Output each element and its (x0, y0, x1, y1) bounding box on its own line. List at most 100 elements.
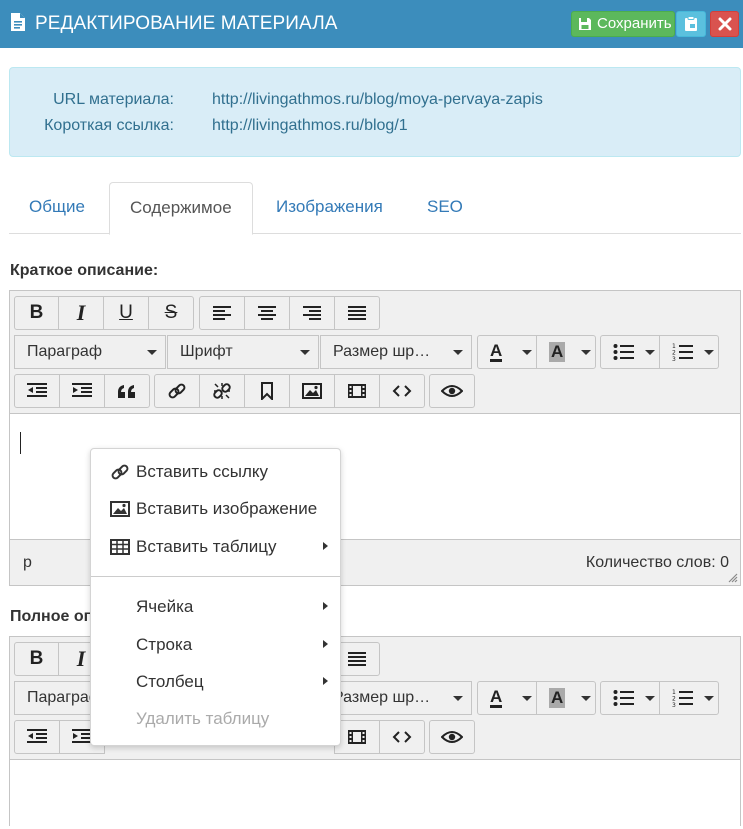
menu-item-label: Ячейка (136, 597, 194, 616)
chevron-down-icon (300, 350, 310, 355)
document-icon (11, 13, 25, 31)
font-size-select[interactable]: Размер шр… (320, 335, 472, 369)
preview-button[interactable] (429, 720, 475, 754)
bullet-list-button[interactable] (600, 335, 660, 369)
menu-item-row[interactable]: Строка (91, 627, 340, 663)
insert-link-button[interactable] (154, 374, 200, 408)
source-code-button[interactable] (379, 720, 425, 754)
table-icon (110, 539, 130, 555)
chevron-down-icon (581, 696, 591, 701)
chevron-down-icon (581, 350, 591, 355)
indent-button[interactable] (59, 374, 105, 408)
code-icon (392, 731, 412, 743)
paragraph-select[interactable]: Параграф (14, 335, 166, 369)
outdent-button[interactable] (14, 374, 60, 408)
strikethrough-button[interactable]: S (148, 296, 194, 330)
chevron-down-icon (522, 350, 532, 355)
anchor-button[interactable] (244, 374, 290, 408)
align-left-icon (213, 306, 231, 320)
unlink-button[interactable] (199, 374, 245, 408)
preview-button[interactable] (429, 374, 475, 408)
bullet-list-icon (613, 344, 634, 360)
text-color-icon: A (490, 687, 503, 708)
menu-item-label: Вставить таблицу (136, 537, 277, 556)
bullet-list-button[interactable] (600, 681, 660, 715)
background-color-icon: A (549, 688, 566, 708)
chevron-down-icon (645, 350, 655, 355)
save-button[interactable]: Сохранить (571, 11, 675, 37)
bullet-list-icon (613, 690, 634, 706)
align-left-button[interactable] (199, 296, 245, 330)
svg-text:3: 3 (672, 702, 676, 708)
background-color-button[interactable]: A (536, 681, 596, 715)
underline-button[interactable]: U (103, 296, 149, 330)
menu-item-insert-image[interactable]: Вставить изображение (91, 491, 340, 527)
menu-item-insert-link[interactable]: Вставить ссылку (91, 454, 340, 490)
url-link[interactable]: http://livingathmos.ru/blog/moya-pervaya… (212, 91, 543, 109)
menu-item-insert-table[interactable]: Вставить таблицу (91, 529, 340, 565)
bold-label: B (29, 648, 44, 669)
numbered-list-button[interactable]: 123 (659, 681, 719, 715)
chevron-down-icon (704, 350, 714, 355)
text-color-button[interactable]: A (477, 681, 537, 715)
tab-general[interactable]: Общие (9, 182, 105, 234)
chevron-down-icon (453, 696, 463, 701)
align-justify-icon (348, 306, 366, 320)
chevron-down-icon (147, 350, 157, 355)
chevron-right-icon (323, 677, 328, 685)
insert-media-button[interactable] (334, 374, 380, 408)
chevron-down-icon (453, 350, 463, 355)
save-button-label: Сохранить (597, 15, 672, 32)
align-justify-button[interactable] (334, 296, 380, 330)
film-icon (348, 384, 366, 398)
italic-button[interactable]: I (58, 296, 104, 330)
context-menu: Вставить ссылку Вставить изображение Вст… (90, 448, 341, 746)
chevron-down-icon (645, 696, 655, 701)
text-color-button[interactable]: A (477, 335, 537, 369)
chevron-right-icon (323, 602, 328, 610)
tab-content[interactable]: Содержимое (109, 182, 253, 235)
source-code-button[interactable] (379, 374, 425, 408)
short-link-label: Короткая ссылка: (44, 117, 174, 134)
align-right-button[interactable] (289, 296, 335, 330)
outdent-button[interactable] (14, 720, 60, 754)
outdent-icon (27, 383, 47, 397)
tab-images[interactable]: Изображения (256, 182, 403, 234)
align-center-button[interactable] (244, 296, 290, 330)
numbered-list-icon: 123 (672, 343, 693, 362)
menu-item-column[interactable]: Столбец (91, 664, 340, 700)
bold-button[interactable]: B (14, 642, 59, 676)
menu-item-label: Вставить изображение (136, 499, 318, 518)
bookmark-icon (261, 382, 273, 400)
full-description-text-area[interactable] (10, 759, 740, 829)
short-link[interactable]: http://livingathmos.ru/blog/1 (212, 117, 408, 135)
element-path[interactable]: p (23, 554, 32, 572)
copy-button[interactable] (676, 11, 706, 37)
italic-label: I (76, 300, 86, 325)
indent-icon (72, 383, 92, 397)
font-size-select[interactable]: Размер шр… (320, 681, 472, 715)
align-right-icon (303, 306, 321, 320)
numbered-list-button[interactable]: 123 (659, 335, 719, 369)
text-color-icon: A (490, 341, 503, 362)
code-icon (392, 385, 412, 397)
menu-item-label: Строка (136, 635, 193, 654)
text-cursor (20, 432, 21, 454)
svg-text:3: 3 (672, 356, 676, 362)
font-select[interactable]: Шрифт (167, 335, 319, 369)
blockquote-button[interactable] (104, 374, 150, 408)
background-color-button[interactable]: A (536, 335, 596, 369)
chevron-down-icon (522, 696, 532, 701)
tab-seo[interactable]: SEO (407, 182, 483, 234)
film-icon (348, 730, 366, 744)
insert-image-button[interactable] (289, 374, 335, 408)
bold-button[interactable]: B (14, 296, 59, 330)
resize-handle-icon[interactable] (728, 573, 738, 583)
menu-item-label: Вставить ссылку (136, 462, 269, 481)
unlink-icon (213, 383, 231, 399)
material-info-box: URL материала: http://livingathmos.ru/bl… (9, 67, 741, 157)
menu-item-label: Удалить таблицу (136, 709, 270, 728)
menu-item-cell[interactable]: Ячейка (91, 589, 340, 625)
close-button[interactable] (710, 11, 739, 37)
font-size-select-label: Размер шр… (333, 689, 431, 706)
